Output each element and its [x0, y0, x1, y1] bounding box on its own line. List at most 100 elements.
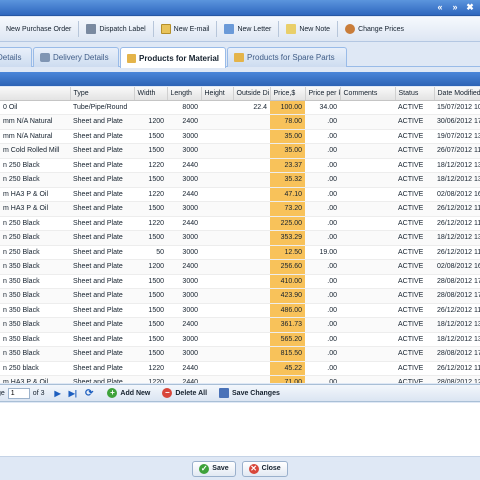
- table-row[interactable]: m Cold Rolled Mill Sheet and Plate 1500 300…: [0, 143, 480, 159]
- table-cell: Sheet and Plate: [70, 143, 134, 159]
- table-row[interactable]: m HA3 P & Oil Sheet and Plate 1500 3000 73.2…: [0, 201, 480, 217]
- table-row[interactable]: n 250 Black Sheet and Plate 1220 2440 23.37.…: [0, 158, 480, 173]
- column-header[interactable]: Price per ki: [305, 87, 341, 101]
- table-cell: ACTIVE: [395, 375, 434, 383]
- close-icon[interactable]: ✖: [464, 2, 476, 13]
- table-row[interactable]: n 250 Black Sheet and Plate 1500 3000 353.29…: [0, 230, 480, 246]
- table-row[interactable]: n 250 Black Sheet and Plate 1220 2440 225.00…: [0, 216, 480, 231]
- table-cell: ACTIVE: [395, 259, 434, 275]
- table-cell: [233, 158, 270, 173]
- table-cell: [340, 245, 395, 260]
- table-cell: n 250 Black: [0, 245, 70, 260]
- table-cell: [201, 201, 233, 217]
- table-cell: 28/08/2012 17: [434, 274, 480, 289]
- column-header[interactable]: Date Modified: [434, 87, 480, 101]
- table-cell: .00: [305, 259, 340, 275]
- table-row[interactable]: n 250 black Sheet and Plate 1220 2440 45.22.…: [0, 361, 480, 376]
- tab-products-for-material[interactable]: Products for Material: [120, 47, 226, 68]
- table-cell: 1500: [134, 346, 167, 362]
- table-cell: 26/12/2012 11: [434, 361, 480, 376]
- table-cell: n 250 Black: [0, 230, 70, 246]
- table-cell: n 250 black: [0, 361, 70, 376]
- table-cell: m Cold Rolled Mill: [0, 143, 70, 159]
- new-purchase-order-button[interactable]: New Purchase Order: [0, 19, 77, 39]
- refresh-icon[interactable]: ⟳: [85, 388, 93, 399]
- new-note-button[interactable]: New Note: [280, 19, 336, 39]
- table-cell: 1220: [134, 361, 167, 376]
- next-page-icon[interactable]: ▶: [54, 389, 60, 398]
- table-cell: ACTIVE: [395, 230, 434, 246]
- tab-delivery-details[interactable]: Delivery Details: [33, 47, 119, 67]
- new-letter-button[interactable]: New Letter: [218, 19, 277, 39]
- table-row[interactable]: n 350 Black Sheet and Plate 1500 3000 423.90…: [0, 288, 480, 304]
- delete-all-label: Delete All: [175, 389, 208, 397]
- column-header[interactable]: Height: [201, 87, 234, 101]
- table-row[interactable]: m HA3 P & Oil Sheet and Plate 1220 2440 47.1…: [0, 187, 480, 202]
- table-cell: 50: [134, 245, 167, 260]
- collapse-down-icon[interactable]: »: [449, 2, 461, 13]
- table-cell: ACTIVE: [395, 274, 434, 289]
- dispatch-label-button[interactable]: Dispatch Label: [80, 19, 151, 39]
- table-cell: 3000: [167, 143, 201, 159]
- table-cell: 565.20: [270, 332, 305, 347]
- table-cell: 486.00: [270, 303, 305, 318]
- tab-products-for-spare-parts[interactable]: Products for Spare Parts: [227, 47, 347, 67]
- table-cell: n 250 Black: [0, 158, 70, 173]
- table-row[interactable]: n 350 Black Sheet and Plate 1500 3000 486.00…: [0, 303, 480, 318]
- new-email-button[interactable]: New E-mail: [155, 19, 216, 39]
- collapse-up-icon[interactable]: «: [434, 2, 446, 13]
- table-row[interactable]: n 250 Black Sheet and Plate 50 3000 12.50 19.…: [0, 245, 480, 260]
- table-cell: 1220: [134, 375, 167, 383]
- table-cell: 1500: [134, 303, 167, 318]
- table-cell: [201, 317, 233, 333]
- table-cell: 19/07/2012 13: [434, 129, 480, 144]
- table-cell: mm N/A Natural: [0, 114, 70, 130]
- table-cell: [340, 230, 395, 246]
- column-header[interactable]: Status: [395, 87, 435, 101]
- printer-icon: [86, 24, 97, 34]
- table-row[interactable]: n 350 Black Sheet and Plate 1500 2400 361.73…: [0, 317, 480, 333]
- column-header[interactable]: Length: [167, 87, 202, 101]
- table-cell: ACTIVE: [395, 100, 434, 115]
- table-cell: [233, 317, 270, 333]
- table-cell: 100.00: [270, 100, 305, 115]
- table-row[interactable]: mm N/A Natural Sheet and Plate 1500 3000 35.…: [0, 129, 480, 144]
- delete-all-button[interactable]: − Delete All: [162, 388, 207, 398]
- table-row[interactable]: 0 Oil Tube/Pipe/Round 8000 22.4 100.00 34.00 A…: [0, 100, 480, 115]
- table-row[interactable]: n 350 Black Sheet and Plate 1500 3000 565.20…: [0, 332, 480, 347]
- table-cell: Sheet and Plate: [70, 317, 134, 333]
- table-row[interactable]: n 350 Black Sheet and Plate 1500 3000 815.50…: [0, 346, 480, 362]
- close-button[interactable]: ✕ Close: [241, 460, 288, 477]
- last-page-icon[interactable]: ▶|: [69, 389, 77, 398]
- change-prices-button[interactable]: Change Prices: [339, 19, 410, 39]
- table-cell: 1200: [134, 259, 167, 275]
- add-new-button[interactable]: + Add New: [107, 388, 150, 398]
- table-row[interactable]: n 250 Black Sheet and Plate 1500 3000 35.32.…: [0, 172, 480, 188]
- table-cell: n 350 Black: [0, 303, 70, 318]
- save-disk-icon: [219, 388, 230, 398]
- table-cell: 3000: [167, 346, 201, 362]
- table-row[interactable]: n 350 Black Sheet and Plate 1500 3000 410.00…: [0, 274, 480, 289]
- table-cell: 2400: [167, 114, 201, 130]
- column-header[interactable]: Type: [70, 87, 135, 101]
- table-row[interactable]: n 350 Black Sheet and Plate 1200 2400 256.60…: [0, 259, 480, 275]
- toolbar-separator: [216, 21, 218, 37]
- save-changes-button[interactable]: Save Changes: [219, 388, 280, 398]
- tab-details[interactable]: Details: [0, 47, 32, 67]
- save-button[interactable]: ✓ Save: [192, 460, 236, 477]
- table-cell: .00: [305, 346, 340, 362]
- table-row[interactable]: mm N/A Natural Sheet and Plate 1200 2400 78.…: [0, 114, 480, 130]
- page-number-input[interactable]: [7, 387, 30, 399]
- table-cell: 15/07/2012 10: [434, 100, 480, 115]
- column-header[interactable]: Outside Di: [233, 87, 271, 101]
- table-cell: ACTIVE: [395, 245, 434, 260]
- column-header[interactable]: Comments: [340, 87, 396, 101]
- tab-label: Products for Material: [138, 53, 219, 63]
- column-header[interactable]: Price,$: [270, 87, 306, 101]
- table-row[interactable]: m HA3 P & Oil Sheet and Plate 1220 2440 71.0…: [0, 375, 480, 383]
- change-prices-icon: [345, 24, 356, 34]
- table-cell: [340, 288, 395, 304]
- column-header[interactable]: Width: [134, 87, 168, 101]
- table-cell: [201, 259, 233, 275]
- column-header[interactable]: [0, 87, 71, 101]
